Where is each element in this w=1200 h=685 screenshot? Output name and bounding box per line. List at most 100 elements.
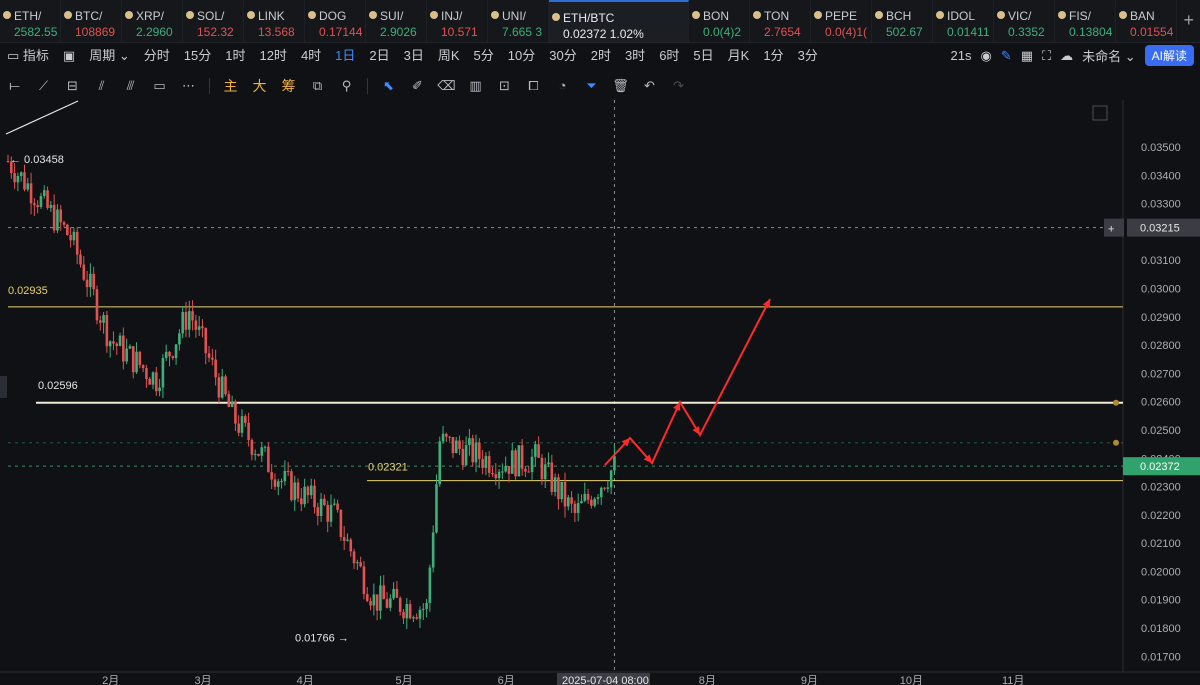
x-tick-label: 2月 (102, 675, 119, 685)
candle-body (458, 440, 461, 449)
y-tick-label: 0.02100 (1141, 538, 1181, 550)
candle-body (26, 183, 30, 190)
candle-body (520, 445, 524, 469)
candle-body (105, 315, 109, 347)
candle-body (29, 183, 33, 204)
candle-body (46, 190, 49, 208)
candle-body (580, 501, 583, 504)
y-tick-label: 0.02300 (1141, 482, 1181, 494)
candle-body (557, 477, 560, 500)
candle-body (178, 333, 181, 345)
candle-body (491, 472, 494, 475)
side-handle[interactable] (0, 376, 7, 398)
candle-body (540, 457, 544, 480)
candle-body (352, 551, 356, 564)
level-label-1: 0.02935 (8, 285, 48, 297)
y-tick-label: 0.02500 (1141, 425, 1181, 437)
candle-body (323, 498, 326, 506)
candle-body (181, 312, 184, 334)
candle-body (187, 311, 191, 330)
candle-body (550, 462, 554, 492)
candle-body (510, 450, 514, 474)
price-chart[interactable]: 0.035000.034000.033000.032000.031000.030… (0, 0, 1200, 685)
candle-body (300, 498, 303, 505)
candle-body (102, 315, 105, 323)
candle-body (69, 235, 72, 241)
candle-body (590, 499, 593, 506)
candle-body (19, 172, 23, 176)
candle-body (484, 456, 488, 468)
candle-body (501, 471, 504, 473)
candle-body (474, 442, 478, 463)
candle-body (445, 433, 448, 437)
level-label-2: 0.02596 (38, 380, 78, 392)
candle-body (161, 358, 165, 388)
candle-body (534, 444, 537, 457)
candle-body (349, 539, 353, 552)
crosshair-price-label: 0.03215 (1140, 223, 1180, 235)
candle-body (537, 444, 540, 458)
candle-body (131, 346, 135, 373)
candle-body (75, 231, 79, 255)
candle-body (461, 448, 465, 466)
candle-body (583, 493, 587, 502)
candle-body (191, 311, 194, 321)
candle-body (599, 487, 603, 498)
candle-body (339, 509, 343, 537)
candle-body (283, 470, 287, 482)
candle-body (250, 440, 254, 455)
candle-body (273, 479, 277, 487)
candle-body (174, 344, 178, 359)
level-handle-dot (1113, 399, 1119, 406)
candle-body (16, 175, 20, 183)
low-annotation: 0.01766 → (295, 633, 349, 645)
candle-body (507, 466, 511, 474)
candle-body (247, 422, 250, 441)
candle-body (412, 617, 415, 619)
candle-body (309, 485, 313, 496)
candle-body (39, 195, 43, 207)
candle-body (164, 351, 168, 359)
candle-body (263, 446, 267, 448)
candle-body (448, 436, 451, 438)
y-tick-label: 0.02600 (1141, 397, 1181, 409)
x-tick-label: 11月 (1002, 675, 1024, 685)
candle-body (560, 481, 564, 500)
candle-body (543, 464, 547, 480)
candle-body (220, 376, 224, 398)
candle-body (276, 481, 280, 487)
candle-body (237, 423, 241, 433)
candle-body (530, 456, 534, 472)
candle-body (573, 503, 577, 513)
candle-body (481, 459, 484, 468)
candle-body (293, 482, 297, 501)
candle-body (13, 173, 16, 183)
candle-body (59, 209, 63, 223)
layout-corner-icon[interactable] (1092, 105, 1108, 121)
candle-body (570, 497, 573, 504)
candle-body (497, 471, 501, 479)
candle-body (395, 588, 399, 598)
high-annotation: ← 0.03458 (10, 154, 64, 166)
y-tick-label: 0.02000 (1141, 566, 1181, 578)
candle-body (79, 254, 82, 265)
candle-body (359, 562, 362, 567)
candle-body (332, 503, 336, 505)
y-tick-label: 0.02200 (1141, 510, 1181, 522)
candle-body (66, 224, 69, 236)
candle-body (115, 343, 119, 347)
candle-body (168, 351, 171, 357)
candle-body (6, 161, 10, 163)
candle-body (468, 438, 471, 446)
candle-body (329, 504, 333, 522)
candle-body (389, 598, 392, 608)
candle-body (260, 447, 264, 456)
candle-body (418, 609, 422, 619)
y-tick-label: 0.02700 (1141, 368, 1181, 380)
candle-body (385, 599, 389, 608)
candle-body (494, 474, 498, 479)
candle-body (197, 326, 201, 330)
level-handle-dot (1113, 439, 1119, 446)
candle-body (42, 190, 46, 196)
candle-body (280, 481, 283, 483)
